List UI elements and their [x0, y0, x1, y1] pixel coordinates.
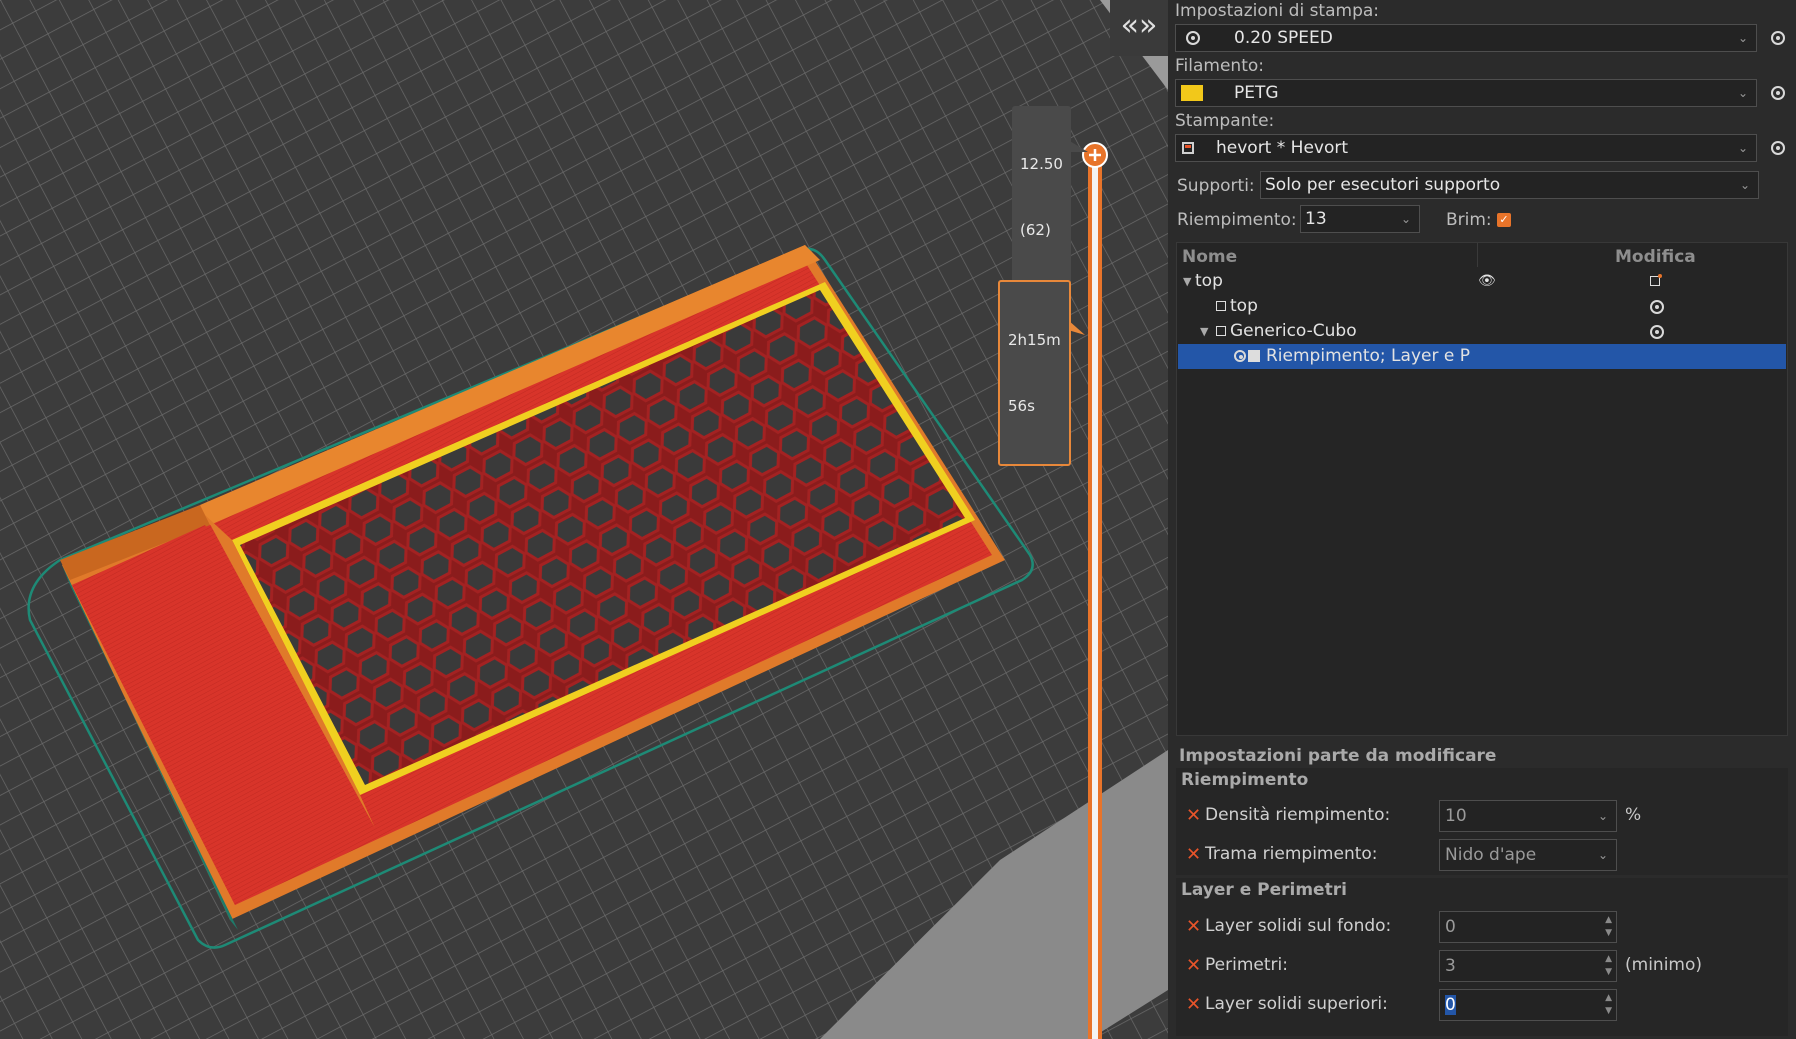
filament-label: Filamento: [1175, 56, 1264, 76]
printer-icon [1182, 142, 1194, 154]
brim-checkbox[interactable]: ✓ [1497, 213, 1511, 227]
perimeters-value: 3 [1445, 956, 1456, 976]
infill-pattern-combo[interactable]: Nido d'ape ⌄ [1439, 839, 1617, 871]
tree-row-label: Riempimento; Layer e P [1266, 346, 1470, 366]
top-layers-label: Layer solidi superiori: [1205, 994, 1388, 1014]
remove-setting-icon[interactable]: ✕ [1186, 955, 1201, 976]
supports-combo[interactable]: Solo per esecutori supporto ⌄ [1260, 171, 1759, 199]
perimeters-spinner[interactable]: 3 ▲ ▼ [1439, 950, 1617, 982]
layer-height-value: 12.50 [1020, 155, 1063, 173]
printer-value: hevort * Hevort [1216, 138, 1349, 158]
layer-number-value: (62) [1020, 221, 1051, 239]
chevron-down-icon: ⌄ [1737, 86, 1748, 100]
modifier-title: Impostazioni parte da modificare [1179, 746, 1497, 766]
gear-icon [1234, 350, 1246, 362]
chevron-down-icon: ⌄ [1597, 809, 1608, 823]
top-layers-value: 0 [1445, 995, 1456, 1015]
tree-row-plate[interactable]: ▼ top 👁 [1178, 269, 1786, 294]
top-layers-spinner[interactable]: 0 ▲ ▼ [1439, 989, 1617, 1021]
infill-group: Riempimento ✕ Densità riempimento: 10 ⌄ … [1176, 768, 1788, 875]
chevron-down-icon: ⌄ [1597, 848, 1608, 862]
infill-density-combo[interactable]: 10 ⌄ [1439, 800, 1617, 832]
filament-value: PETG [1234, 83, 1279, 103]
print-settings-value: 0.20 SPEED [1234, 28, 1333, 48]
print-time-line1: 2h15m [1008, 331, 1061, 349]
bottom-layers-spinner[interactable]: 0 ▲ ▼ [1439, 911, 1617, 943]
infill-pattern-value: Nido d'ape [1445, 845, 1537, 865]
chevron-down-icon: ⌄ [1739, 178, 1750, 192]
infill-value: 13 [1305, 209, 1327, 229]
print-time-line2: 56s [1008, 397, 1035, 415]
tree-row-part[interactable]: ▼ Generico-Cubo [1178, 319, 1786, 344]
tree-row-label: Generico-Cubo [1230, 321, 1357, 341]
spinner-arrows-icon[interactable]: ▲ ▼ [1605, 992, 1612, 1018]
filament-color-swatch [1181, 85, 1203, 101]
remove-setting-icon[interactable]: ✕ [1186, 994, 1201, 1015]
filament-combo[interactable]: PETG ⌄ [1175, 79, 1757, 107]
tree-row-settings[interactable]: Riempimento; Layer e P [1178, 344, 1786, 369]
filament-edit-icon[interactable] [1771, 86, 1785, 100]
printer-label: Stampante: [1175, 111, 1275, 131]
layers-group-title: Layer e Perimetri [1181, 880, 1347, 900]
supports-value: Solo per esecutori supporto [1265, 175, 1501, 195]
infill-label: Riempimento: [1177, 210, 1297, 230]
remove-setting-icon[interactable]: ✕ [1186, 844, 1201, 865]
gear-icon [1186, 31, 1200, 45]
gear-icon[interactable] [1650, 325, 1664, 339]
object-icon [1216, 301, 1226, 311]
chevron-down-icon: ⌄ [1737, 141, 1748, 155]
perimeters-label: Perimetri: [1205, 955, 1288, 975]
perimeters-unit: (minimo) [1625, 955, 1703, 975]
spinner-arrows-icon[interactable]: ▲ ▼ [1605, 953, 1612, 979]
caret-down-icon: ▼ [1183, 275, 1192, 288]
3d-viewport[interactable]: «» 12.50 (62) 2h15m 56s [0, 0, 1168, 1039]
settings-panel: Impostazioni di stampa: 0.20 SPEED ⌄ Fil… [1168, 0, 1796, 1039]
remove-setting-icon[interactable]: ✕ [1186, 916, 1201, 937]
print-preview-scene[interactable] [0, 0, 1168, 1039]
infill-density-value: 10 [1445, 806, 1467, 826]
print-settings-label: Impostazioni di stampa: [1175, 1, 1380, 21]
layer-height-tooltip: 12.50 (62) [1012, 106, 1071, 288]
eye-icon[interactable]: 👁 [1478, 269, 1496, 294]
layers-icon [1248, 350, 1260, 362]
infill-combo[interactable]: 13 ⌄ [1300, 205, 1420, 233]
tree-row-label: top [1195, 271, 1223, 291]
infill-density-unit: % [1625, 805, 1642, 825]
supports-label: Supporti: [1177, 176, 1255, 196]
collapse-sidebar-button[interactable]: «» [1110, 0, 1168, 56]
object-list[interactable]: Nome Modifica ▼ top 👁 top ▼ Generico-Cub… [1176, 242, 1788, 736]
printer-edit-icon[interactable] [1771, 141, 1785, 155]
infill-pattern-label: Trama riempimento: [1205, 844, 1378, 864]
infill-density-label: Densità riempimento: [1205, 805, 1391, 825]
add-modifier-icon[interactable] [1650, 274, 1662, 286]
tree-row-label: top [1230, 296, 1258, 316]
caret-down-icon: ▼ [1200, 325, 1209, 338]
printer-combo[interactable]: hevort * Hevort ⌄ [1175, 134, 1757, 162]
gear-icon[interactable] [1650, 300, 1664, 314]
spinner-arrows-icon[interactable]: ▲ ▼ [1605, 914, 1612, 940]
tree-row-object[interactable]: top [1178, 294, 1786, 319]
infill-group-title: Riempimento [1181, 770, 1309, 790]
bottom-layers-value: 0 [1445, 917, 1456, 937]
part-icon [1216, 326, 1226, 336]
column-edit-header: Modifica [1615, 247, 1696, 267]
column-name-header: Nome [1182, 247, 1238, 267]
layers-perimeters-group: Layer e Perimetri ✕ Layer solidi sul fon… [1176, 878, 1788, 1036]
print-settings-combo[interactable]: 0.20 SPEED ⌄ [1175, 24, 1757, 52]
brim-label: Brim: [1446, 210, 1492, 230]
chevron-down-icon: ⌄ [1400, 212, 1411, 226]
bottom-layers-label: Layer solidi sul fondo: [1205, 916, 1392, 936]
print-time-tooltip: 2h15m 56s [998, 280, 1071, 466]
chevron-down-icon: ⌄ [1737, 31, 1748, 45]
remove-setting-icon[interactable]: ✕ [1186, 805, 1201, 826]
print-settings-edit-icon[interactable] [1771, 31, 1785, 45]
